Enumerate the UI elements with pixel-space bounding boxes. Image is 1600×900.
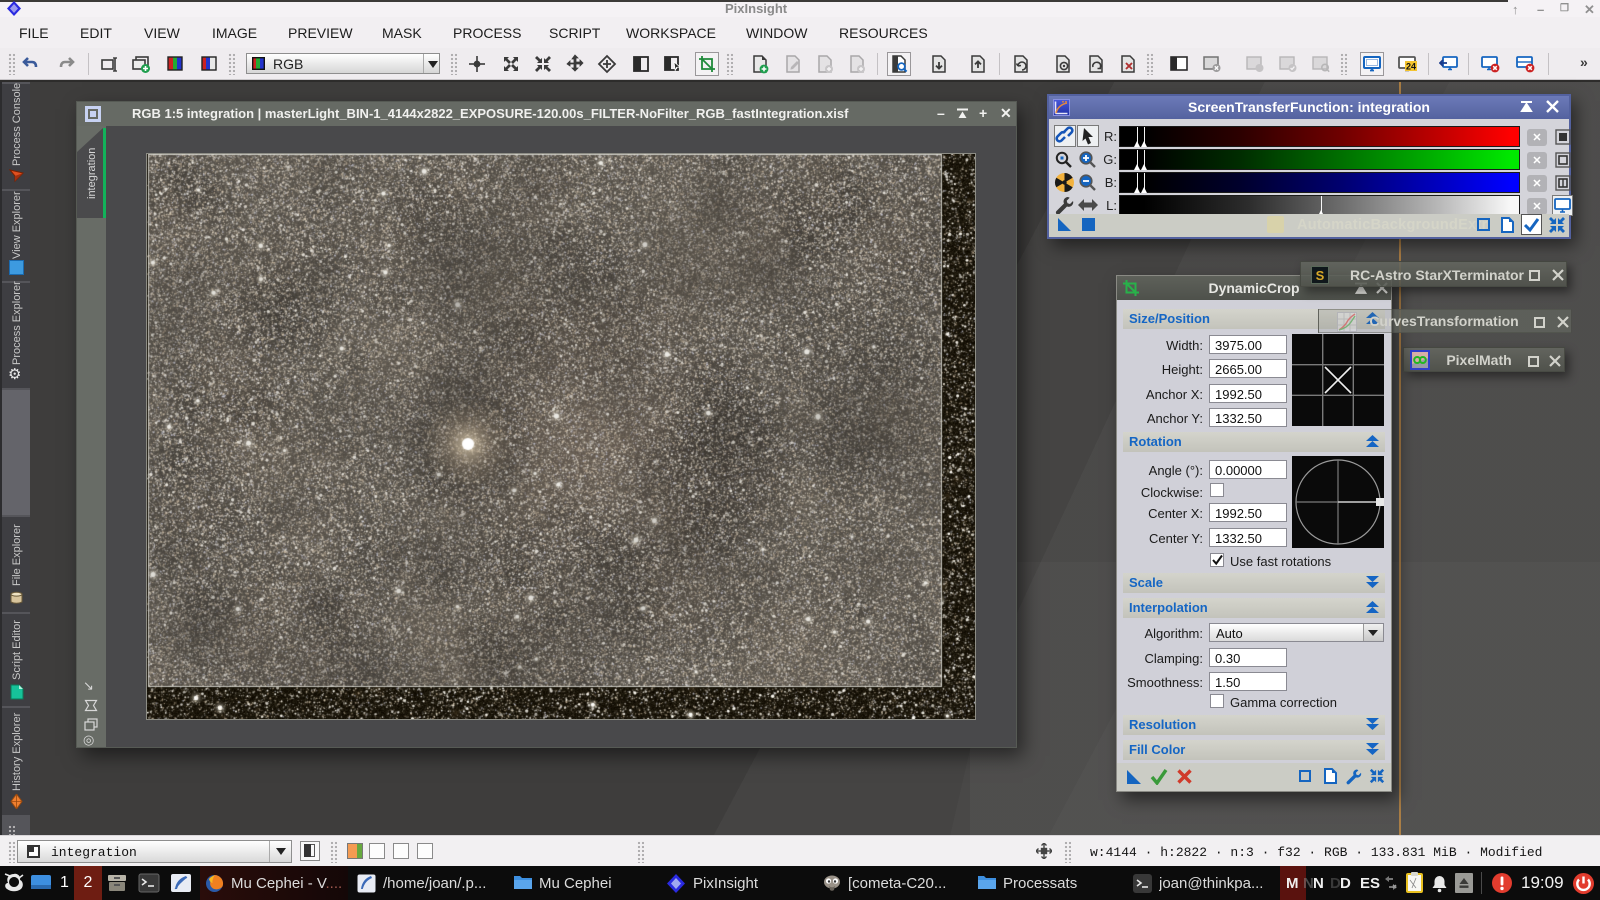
svg-text:24: 24 <box>1406 62 1416 72</box>
